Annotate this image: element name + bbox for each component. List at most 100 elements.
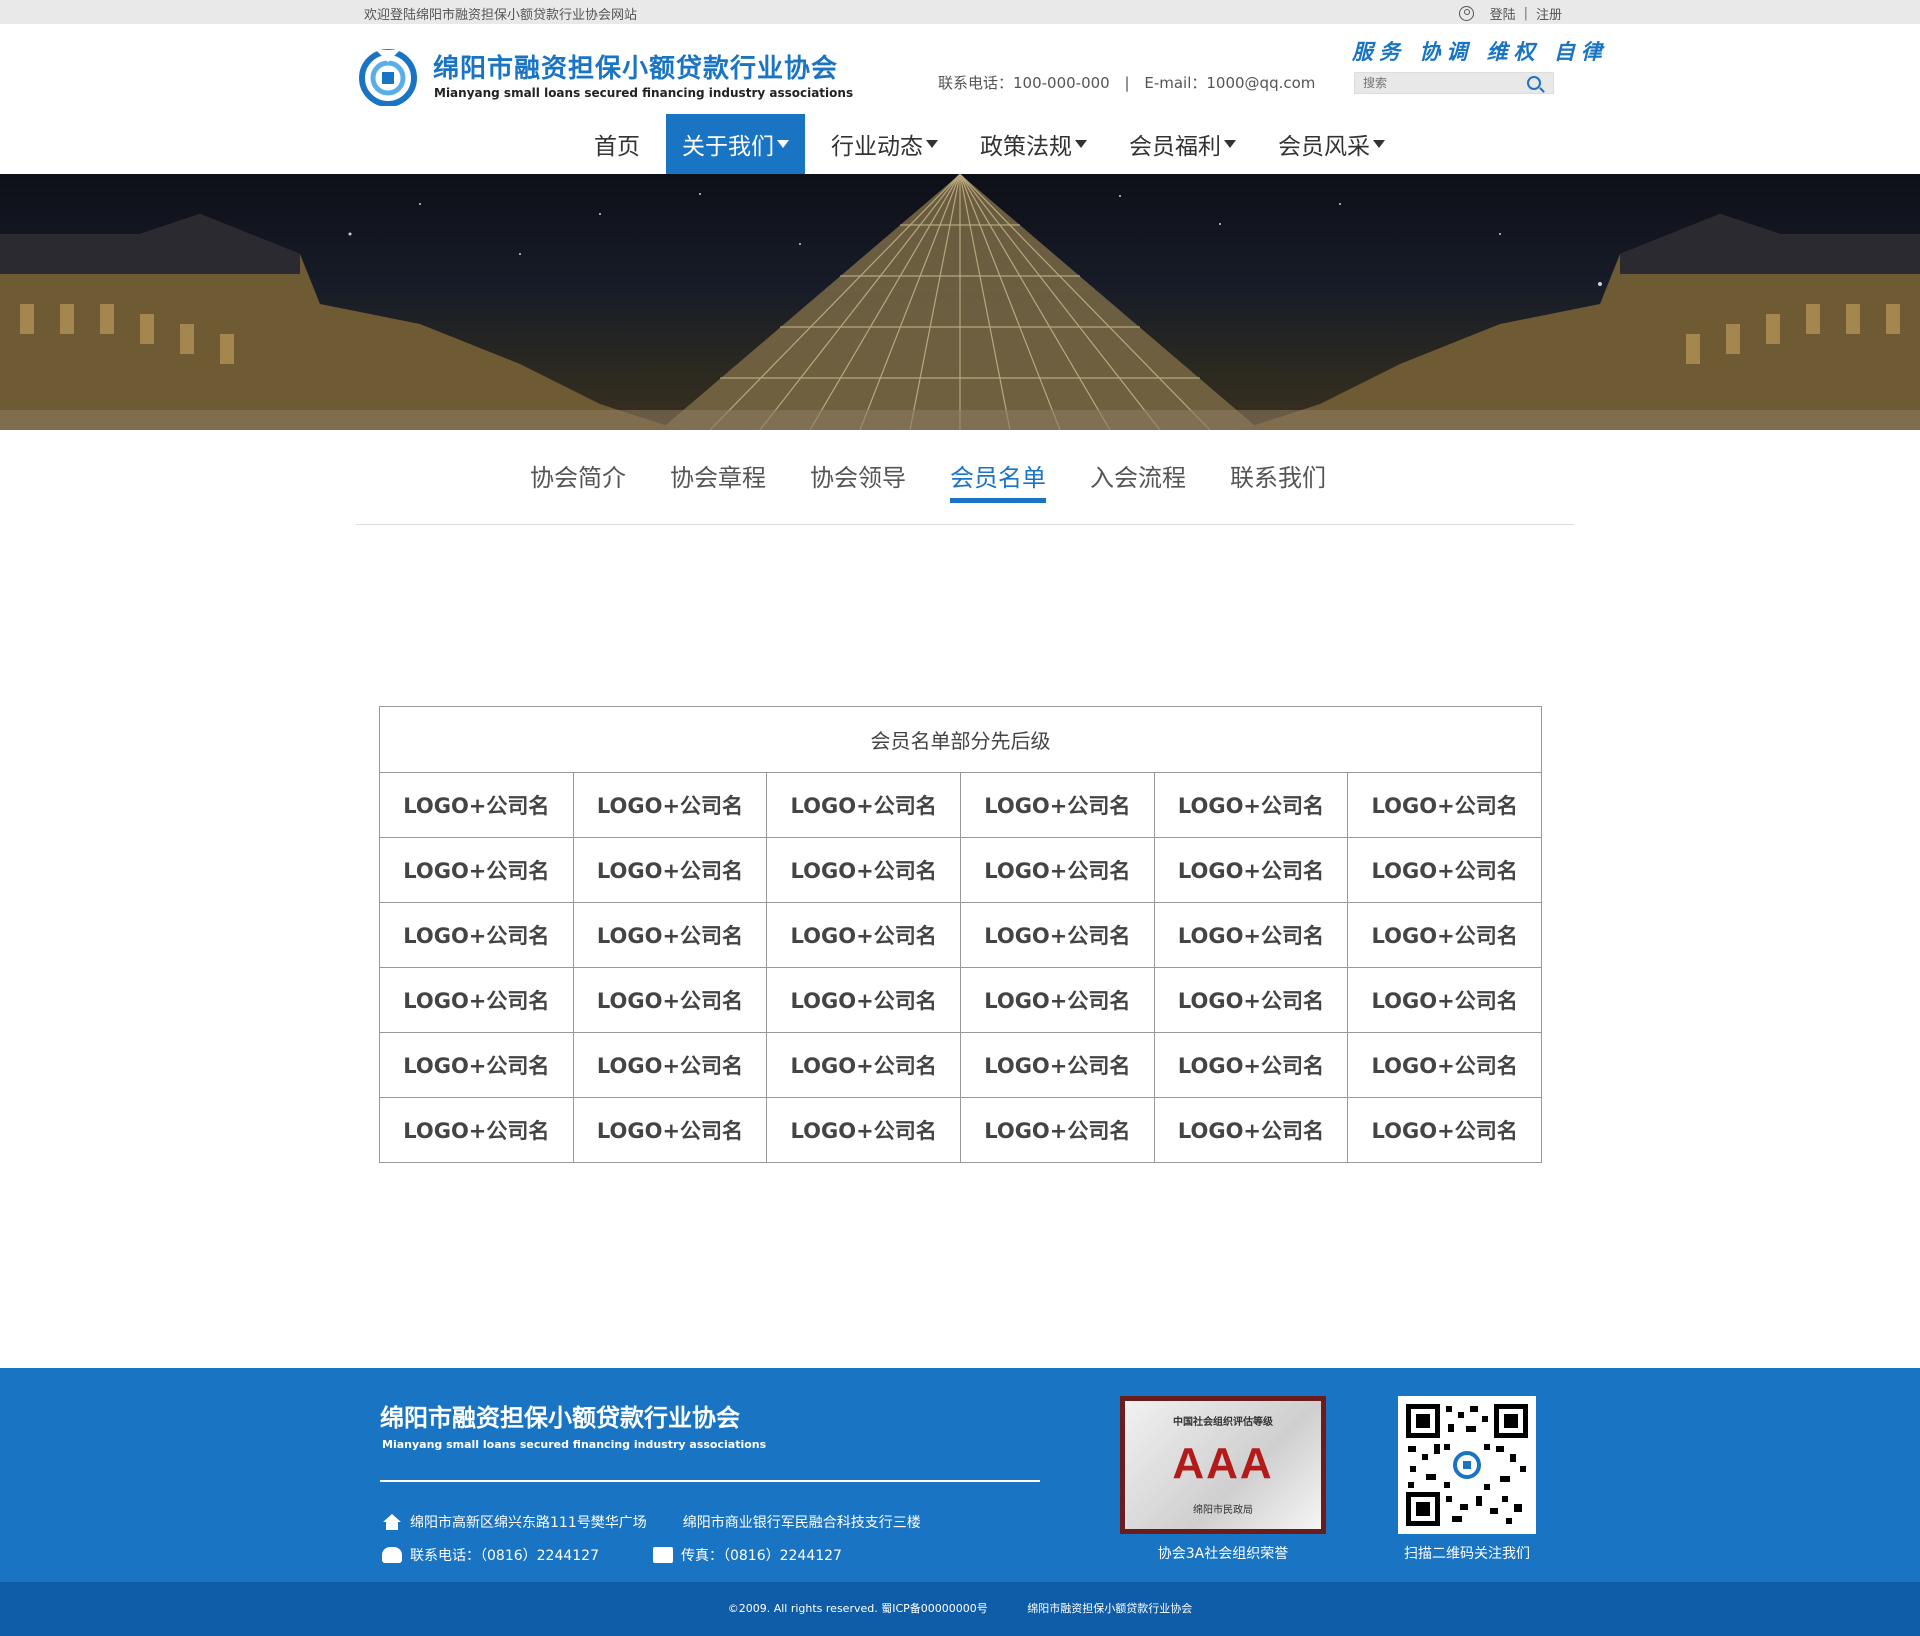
member-cell[interactable]: LOGO+公司名 [1153, 1097, 1349, 1163]
search-input[interactable] [1355, 73, 1525, 93]
member-list-table: 会员名单部分先后级 LOGO+公司名 LOGO+公司名 LOGO+公司名 LOG… [379, 706, 1542, 1163]
member-cell[interactable]: LOGO+公司名 [1153, 1032, 1349, 1098]
footer-phone: 联系电话：（0816）2244127 [410, 1548, 599, 1564]
member-cell[interactable]: LOGO+公司名 [1153, 772, 1349, 838]
nav-item-label: 会员福利 [1129, 134, 1221, 160]
user-icon [1458, 6, 1474, 21]
footer-subtitle: Mianyang small loans secured financing i… [382, 1438, 767, 1451]
qr-caption: 扫描二维码关注我们 [1404, 1546, 1530, 1562]
badge-grade: AAA [1172, 1439, 1274, 1488]
subnav-item-member-list[interactable]: 会员名单 [950, 458, 1046, 503]
badge-bottom-text: 绵阳市民政局 [1193, 1505, 1253, 1516]
member-cell[interactable]: LOGO+公司名 [959, 902, 1155, 968]
header: 绵阳市融资担保小额贷款行业协会 Mianyang small loans sec… [0, 24, 1920, 174]
member-cell[interactable]: LOGO+公司名 [1347, 837, 1542, 903]
member-cell[interactable]: LOGO+公司名 [766, 1032, 961, 1098]
table-row: LOGO+公司名 LOGO+公司名 LOGO+公司名 LOGO+公司名 LOGO… [379, 772, 1542, 838]
member-cell[interactable]: LOGO+公司名 [572, 967, 768, 1033]
member-cell[interactable]: LOGO+公司名 [379, 967, 574, 1033]
member-cell[interactable]: LOGO+公司名 [1347, 967, 1542, 1033]
member-cell[interactable]: LOGO+公司名 [572, 1032, 768, 1098]
footer-address: 绵阳市高新区绵兴东路111号樊华广场 绵阳市商业银行军民融合科技支行三楼 [382, 1512, 921, 1532]
member-cell[interactable]: LOGO+公司名 [959, 1032, 1155, 1098]
copyright-org: 绵阳市融资担保小额贷款行业协会 [1027, 1602, 1193, 1615]
member-cell[interactable]: LOGO+公司名 [1153, 902, 1349, 968]
main-nav: 首页 关于我们 行业动态 政策法规 会员福利 会员风采 [578, 114, 1411, 174]
search-box [1354, 72, 1554, 94]
caret-down-icon [1373, 140, 1385, 148]
banner-illustration [0, 174, 1920, 430]
member-cell[interactable]: LOGO+公司名 [379, 1097, 574, 1163]
member-cell[interactable]: LOGO+公司名 [379, 1032, 574, 1098]
nav-item-member-benefits[interactable]: 会员福利 [1113, 114, 1252, 174]
member-cell[interactable]: LOGO+公司名 [379, 837, 574, 903]
member-cell[interactable]: LOGO+公司名 [572, 837, 768, 903]
member-cell[interactable]: LOGO+公司名 [379, 902, 574, 968]
member-cell[interactable]: LOGO+公司名 [1153, 967, 1349, 1033]
auth-links: 登陆 | 注册 [1458, 4, 1562, 23]
member-cell[interactable]: LOGO+公司名 [959, 967, 1155, 1033]
member-cell[interactable]: LOGO+公司名 [1347, 1097, 1542, 1163]
subnav-item-leadership[interactable]: 协会领导 [810, 458, 906, 501]
nav-item-label: 行业动态 [831, 134, 923, 160]
nav-item-label: 关于我们 [682, 134, 774, 160]
nav-item-industry-news[interactable]: 行业动态 [815, 114, 954, 174]
caret-down-icon [1075, 140, 1087, 148]
table-caption: 会员名单部分先后级 [379, 706, 1542, 773]
footer: 绵阳市融资担保小额贷款行业协会 Mianyang small loans sec… [0, 1368, 1920, 1582]
subnav-item-join-process[interactable]: 入会流程 [1090, 458, 1186, 501]
table-row: LOGO+公司名 LOGO+公司名 LOGO+公司名 LOGO+公司名 LOGO… [379, 902, 1542, 968]
member-cell[interactable]: LOGO+公司名 [1153, 837, 1349, 903]
member-cell[interactable]: LOGO+公司名 [959, 1097, 1155, 1163]
nav-item-about[interactable]: 关于我们 [666, 114, 805, 174]
top-bar: 欢迎登陆绵阳市融资担保小额贷款行业协会网站 登陆 | 注册 [0, 0, 1920, 24]
subnav-item-contact[interactable]: 联系我们 [1230, 458, 1326, 501]
member-cell[interactable]: LOGO+公司名 [959, 772, 1155, 838]
site-subtitle: Mianyang small loans secured financing i… [434, 86, 854, 100]
member-cell[interactable]: LOGO+公司名 [959, 837, 1155, 903]
member-cell[interactable]: LOGO+公司名 [379, 772, 574, 838]
contact-email: E-mail：1000@qq.com [1144, 74, 1316, 92]
member-cell[interactable]: LOGO+公司名 [766, 837, 961, 903]
subnav-item-charter[interactable]: 协会章程 [670, 458, 766, 501]
contact-phone: 联系电话：100-000-000 [938, 74, 1110, 92]
table-row: LOGO+公司名 LOGO+公司名 LOGO+公司名 LOGO+公司名 LOGO… [379, 1097, 1542, 1163]
member-cell[interactable]: LOGO+公司名 [1347, 1032, 1542, 1098]
nav-item-member-showcase[interactable]: 会员风采 [1262, 114, 1401, 174]
footer-phones: 联系电话：（0816）2244127 传真：（0816）2244127 [382, 1545, 842, 1565]
caret-down-icon [926, 140, 938, 148]
association-logo-icon[interactable] [358, 46, 418, 106]
footer-title: 绵阳市融资担保小额贷款行业协会 [380, 1404, 740, 1432]
content-divider [356, 524, 1574, 525]
register-link[interactable]: 注册 [1536, 4, 1562, 23]
copyright-bar: ©2009. All rights reserved. 蜀ICP备0000000… [0, 1582, 1920, 1636]
caret-down-icon [777, 140, 789, 148]
footer-address-1: 绵阳市高新区绵兴东路111号樊华广场 [410, 1515, 647, 1531]
member-cell[interactable]: LOGO+公司名 [1347, 772, 1542, 838]
login-link[interactable]: 登陆 [1490, 4, 1516, 23]
qr-code-icon [1406, 1404, 1528, 1526]
home-icon [382, 1514, 402, 1530]
badge-caption: 协会3A社会组织荣誉 [1157, 1546, 1289, 1562]
member-cell[interactable]: LOGO+公司名 [766, 772, 961, 838]
fax-icon [652, 1547, 673, 1563]
subnav-item-intro[interactable]: 协会简介 [530, 458, 626, 501]
contact-info: 联系电话：100-000-000 | E-mail：1000@qq.com [938, 72, 1325, 93]
nav-item-policy[interactable]: 政策法规 [964, 114, 1103, 174]
search-icon[interactable] [1527, 76, 1541, 90]
member-cell[interactable]: LOGO+公司名 [572, 902, 768, 968]
member-cell[interactable]: LOGO+公司名 [572, 1097, 768, 1163]
member-cell[interactable]: LOGO+公司名 [766, 967, 961, 1033]
site-title[interactable]: 绵阳市融资担保小额贷款行业协会 [433, 48, 838, 85]
footer-address-2: 绵阳市商业银行军民融合科技支行三楼 [682, 1515, 921, 1531]
member-cell[interactable]: LOGO+公司名 [572, 772, 768, 838]
copyright-text: ©2009. All rights reserved. 蜀ICP备0000000… [727, 1602, 988, 1615]
auth-separator: | [1523, 6, 1528, 21]
member-cell[interactable]: LOGO+公司名 [1347, 902, 1542, 968]
member-cell[interactable]: LOGO+公司名 [766, 1097, 961, 1163]
about-subnav: 协会简介 协会章程 协会领导 会员名单 入会流程 联系我们 [530, 458, 1370, 503]
caret-down-icon [1224, 140, 1236, 148]
member-cell[interactable]: LOGO+公司名 [766, 902, 961, 968]
contact-separator: | [1124, 74, 1130, 92]
nav-item-home[interactable]: 首页 [578, 114, 656, 174]
